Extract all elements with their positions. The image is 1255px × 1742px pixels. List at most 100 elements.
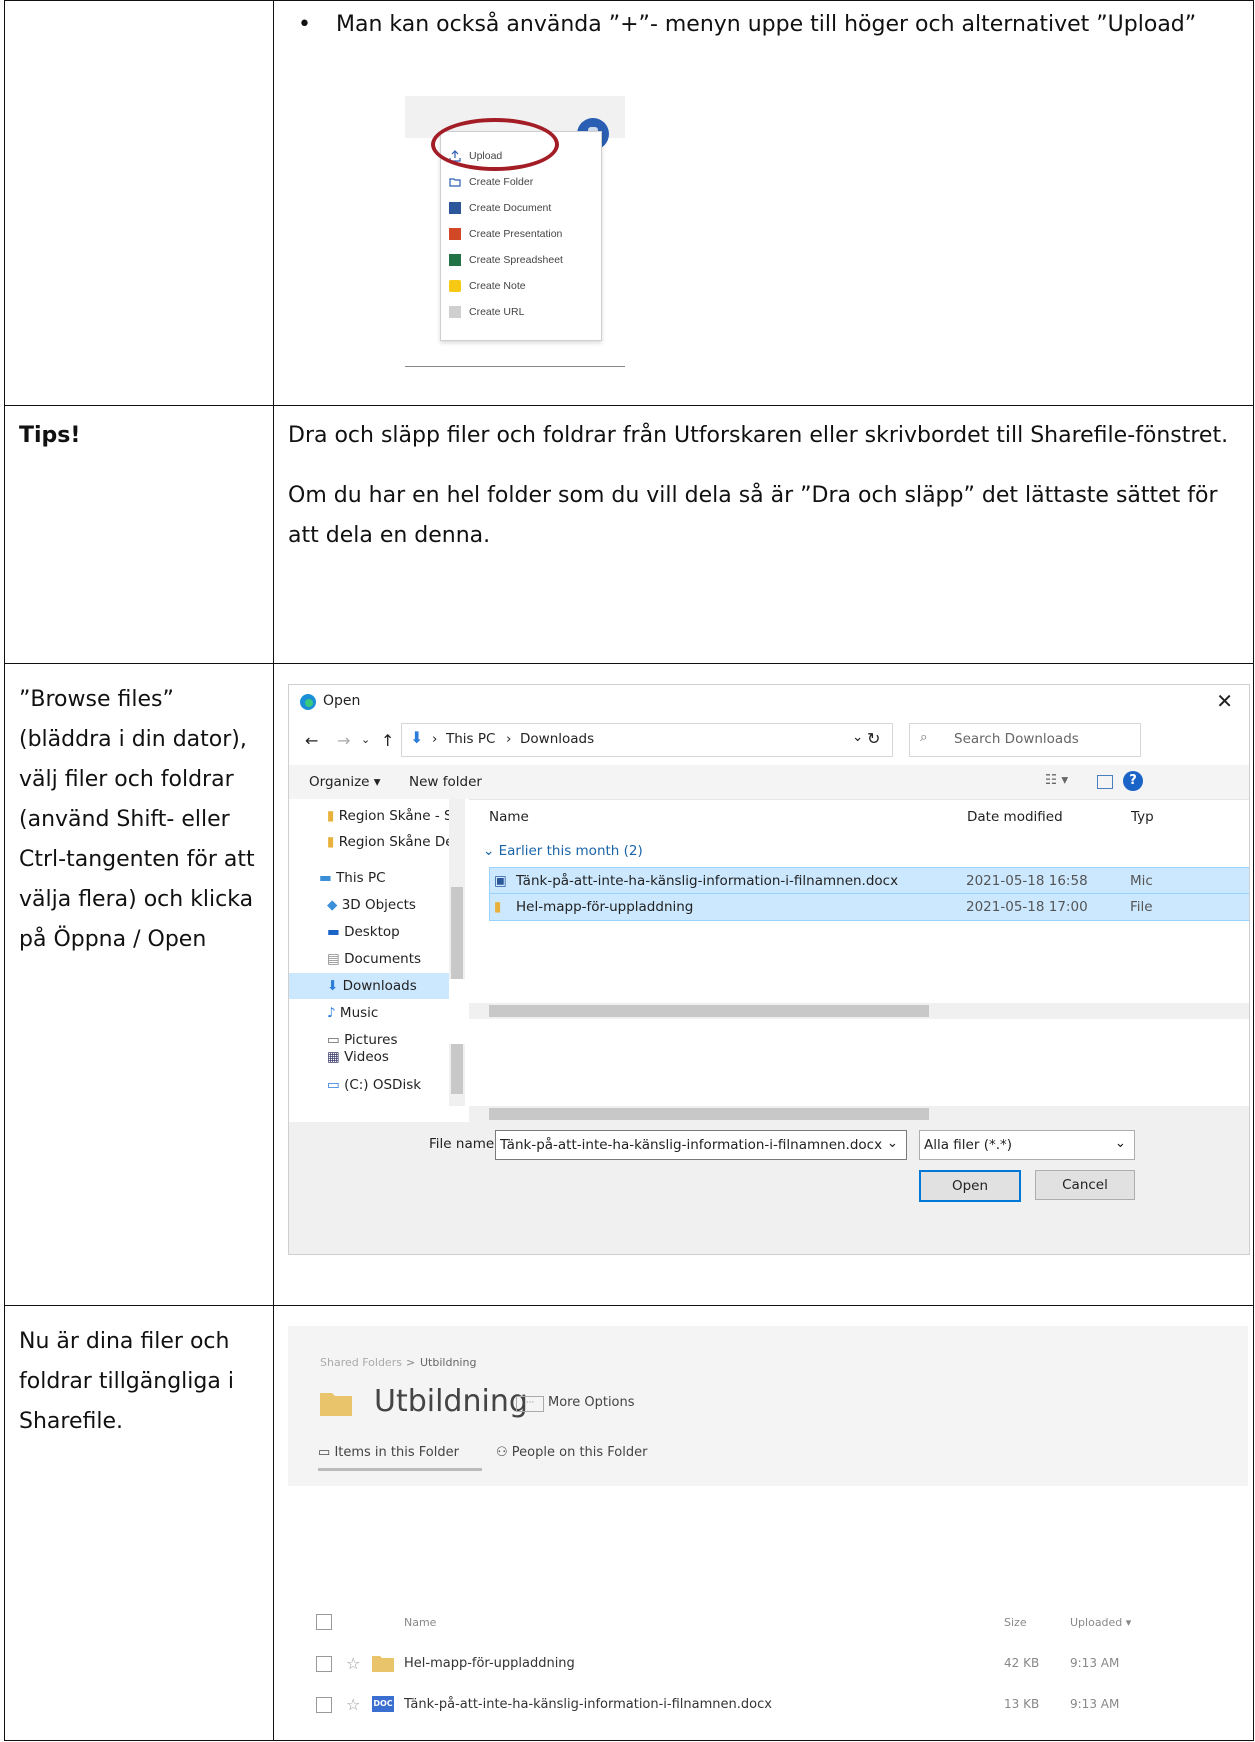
nav-item[interactable]: ▬ Desktop: [327, 919, 400, 945]
table-row: Nu är dina filer och foldrar tillgänglig…: [4, 1305, 1254, 1741]
nav-item-this-pc[interactable]: ▬ This PC: [319, 865, 386, 891]
nav-item[interactable]: ▮ Region Skåne - S: [327, 803, 453, 829]
menu-item-create-document[interactable]: Create Document: [449, 198, 551, 218]
filter-select[interactable]: Alla filer (*.*) ⌄: [919, 1130, 1135, 1160]
divider: [405, 366, 625, 367]
menu-item-create-presentation[interactable]: Create Presentation: [449, 224, 562, 244]
tab-people[interactable]: ⚇ People on this Folder: [496, 1445, 647, 1460]
path-sep-icon: ›: [506, 731, 512, 747]
column-name[interactable]: Name: [489, 809, 529, 825]
nav-item[interactable]: ▤ Documents: [327, 946, 421, 972]
file-time: 9:13 AM: [1070, 1656, 1120, 1670]
nav-item[interactable]: ▭ (C:) OSDisk: [327, 1072, 421, 1098]
link-icon: [449, 306, 461, 318]
folder-icon: ▮: [327, 834, 335, 850]
nav-item-downloads[interactable]: ⬇ Downloads: [289, 973, 449, 999]
scroll-thumb[interactable]: [451, 1044, 463, 1094]
select-all-checkbox[interactable]: [316, 1614, 332, 1630]
result-instruction: Nu är dina filer och foldrar tillgänglig…: [19, 1329, 234, 1434]
document-icon: ▤: [327, 951, 340, 967]
horizontal-scrollbar[interactable]: [469, 1106, 1249, 1122]
browse-instruction: ”Browse files” (bläddra i din dator), vä…: [19, 687, 255, 952]
breadcrumb-separator: >: [406, 1356, 416, 1369]
close-icon[interactable]: ✕: [1216, 689, 1233, 713]
organize-button[interactable]: Organize ▾: [309, 774, 381, 790]
path-dropdown-icon[interactable]: ⌄: [852, 729, 863, 745]
navigation-pane: ▮ Region Skåne - S ▮ Region Skåne De ▬ T…: [289, 799, 469, 1045]
file-name[interactable]: Tänk-på-att-inte-ha-känslig-information-…: [404, 1697, 772, 1712]
file-row[interactable]: ▮ Hel-mapp-för-uppladdning 2021-05-18 17…: [489, 893, 1249, 921]
left-cell: Tips!: [4, 405, 274, 664]
column-type[interactable]: Typ: [1131, 809, 1154, 825]
folder-title: Utbildning: [374, 1384, 528, 1419]
dialog-lower: ▦ Videos ▭ (C:) OSDisk File name: Tänk-p…: [288, 1044, 1250, 1255]
highlight-circle: [431, 118, 559, 171]
menu-item-create-spreadsheet[interactable]: Create Spreadsheet: [449, 250, 563, 270]
menu-item-create-note[interactable]: Create Note: [449, 276, 526, 296]
column-date[interactable]: Date modified: [967, 809, 1063, 825]
row-checkbox[interactable]: [316, 1697, 332, 1713]
nav-item[interactable]: ▮ Region Skåne De: [327, 829, 454, 855]
column-uploaded[interactable]: Uploaded ▾: [1070, 1616, 1131, 1629]
view-options-icon[interactable]: ☷ ▾: [1045, 772, 1068, 788]
download-arrow-icon: ⬇: [410, 728, 424, 747]
nav-scrollbar[interactable]: [449, 799, 465, 979]
nav-item[interactable]: ◆ 3D Objects: [327, 892, 416, 918]
path-downloads[interactable]: Downloads: [520, 731, 594, 747]
path-this-pc[interactable]: This PC: [446, 731, 495, 747]
bullet-dot: •: [298, 12, 311, 37]
menu-item-create-url[interactable]: Create URL: [449, 302, 524, 322]
cancel-button[interactable]: Cancel: [1035, 1170, 1135, 1200]
column-name[interactable]: Name: [404, 1616, 436, 1629]
forward-arrow-icon[interactable]: →: [337, 731, 350, 750]
file-row[interactable]: ▣ Tänk-på-att-inte-ha-känslig-informatio…: [489, 867, 1249, 895]
chevron-down-icon[interactable]: ⌄: [1115, 1135, 1126, 1151]
breadcrumb-parent[interactable]: Shared Folders: [320, 1356, 402, 1369]
horizontal-scrollbar[interactable]: [469, 1003, 1249, 1019]
row-checkbox[interactable]: [316, 1656, 332, 1672]
group-header[interactable]: ⌄ Earlier this month (2): [483, 843, 643, 859]
scroll-thumb[interactable]: [451, 887, 463, 979]
open-file-dialog: Open ✕ ← → ⌄ ↑ ⬇ › This PC › Downloads ⌄: [288, 684, 1250, 1046]
back-arrow-icon[interactable]: ←: [305, 731, 318, 750]
help-icon[interactable]: ?: [1123, 771, 1143, 791]
star-icon[interactable]: ☆: [346, 1654, 360, 1673]
up-arrow-icon[interactable]: ↑: [381, 731, 394, 750]
nav-scrollbar-lower[interactable]: [449, 1044, 465, 1106]
address-bar[interactable]: ⬇ › This PC › Downloads ⌄: [401, 723, 893, 757]
refresh-icon[interactable]: ↻: [867, 729, 880, 748]
search-box[interactable]: ⌕ Search Downloads: [909, 723, 1141, 757]
filename-input[interactable]: Tänk-på-att-inte-ha-känslig-information-…: [495, 1130, 907, 1160]
scroll-thumb[interactable]: [489, 1108, 929, 1120]
search-icon: ⌕: [920, 729, 928, 745]
menu-item-create-folder[interactable]: Create Folder: [449, 172, 533, 192]
column-size[interactable]: Size: [1004, 1616, 1027, 1629]
path-sep-icon: ›: [432, 731, 438, 747]
folder-icon: ▮: [494, 899, 502, 915]
recent-chevron-icon[interactable]: ⌄: [361, 733, 370, 746]
bullet-text: Man kan också använda ”+”- menyn uppe ti…: [336, 12, 1197, 37]
preview-pane-icon[interactable]: [1097, 775, 1113, 789]
active-tab-indicator: [318, 1468, 482, 1471]
new-folder-button[interactable]: New folder: [409, 774, 482, 790]
open-button[interactable]: Open: [919, 1170, 1021, 1202]
tab-items[interactable]: ▭ Items in this Folder: [318, 1445, 459, 1460]
star-icon[interactable]: ☆: [346, 1695, 360, 1714]
desktop-icon: ▬: [327, 924, 340, 940]
scroll-thumb[interactable]: [489, 1005, 929, 1017]
more-options-button[interactable]: More Options: [548, 1395, 635, 1410]
nav-item[interactable]: ♪ Music: [327, 1000, 378, 1026]
folder-icon: ▮: [327, 808, 335, 824]
music-icon: ♪: [327, 1005, 336, 1021]
note-icon: [449, 280, 461, 292]
more-options-icon[interactable]: ···: [516, 1396, 544, 1412]
table-row: Tips! Dra och släpp filer och foldrar fr…: [4, 405, 1254, 664]
left-cell: ”Browse files” (bläddra i din dator), vä…: [4, 663, 274, 1306]
file-name[interactable]: Hel-mapp-för-uppladdning: [404, 1656, 575, 1671]
document: • Man kan också använda ”+”- menyn uppe …: [4, 0, 1254, 1742]
chevron-down-icon[interactable]: ⌄: [887, 1135, 898, 1151]
nav-item[interactable]: ▦ Videos: [327, 1044, 389, 1070]
drive-icon: ▭: [327, 1077, 340, 1093]
powerpoint-icon: [449, 228, 461, 240]
file-size: 13 KB: [1004, 1697, 1040, 1711]
